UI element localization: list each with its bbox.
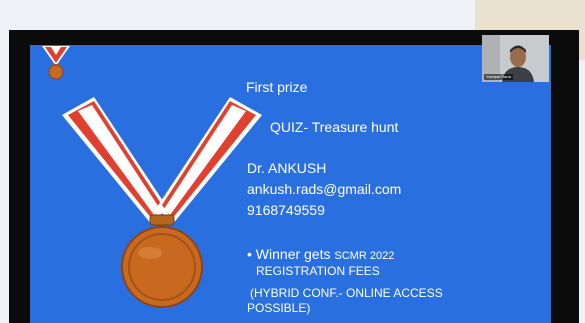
medal-icon [42,46,70,80]
bullet-line-2: REGISTRATION FEES [256,264,380,278]
winner-phone: 9168749559 [247,202,325,218]
participant-name: Yashpal Rana [484,74,513,80]
bullet-prefix: • Winner gets [247,246,335,262]
note-line-2: POSSIBLE) [247,301,311,315]
quiz-title: QUIZ- Treasure hunt [270,119,399,135]
prize-title: First prize [246,79,308,95]
winner-name: Dr. ANKUSH [247,160,327,176]
participant-video[interactable]: Yashpal Rana [482,35,549,82]
winner-email: ankush.rads@gmail.com [247,181,402,197]
bullet-highlight: SCMR 2022 [334,250,395,262]
note-line-1: (HYBRID CONF.- ONLINE ACCESS [250,286,443,300]
bullet-line-1: • Winner gets SCMR 2022 [247,246,394,264]
medal-illustration [62,97,262,308]
